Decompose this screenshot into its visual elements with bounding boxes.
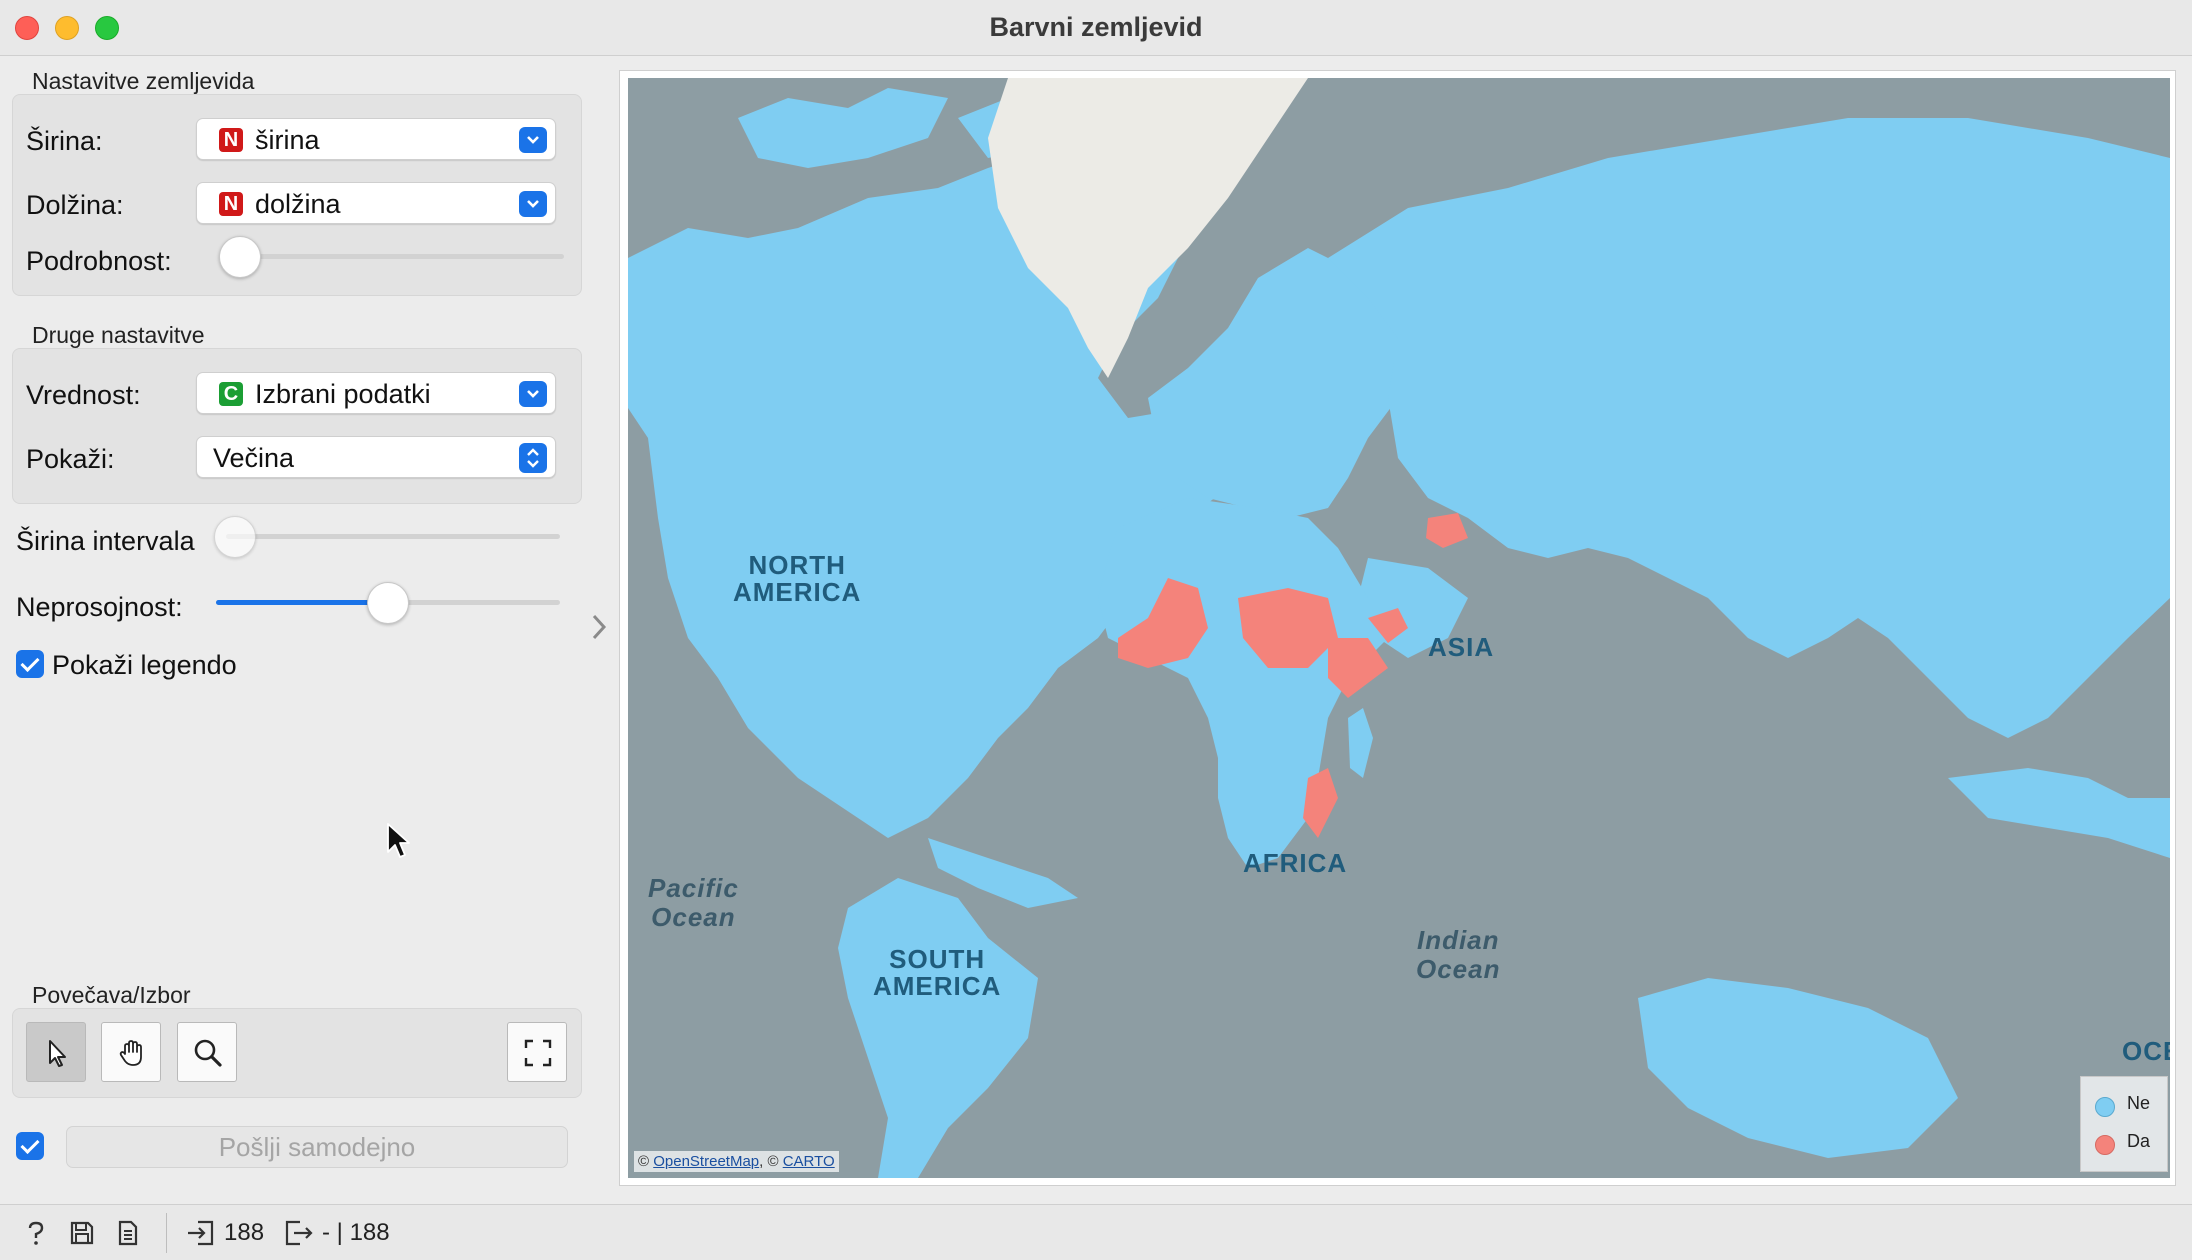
map-legend: Ne Da [2080,1076,2168,1172]
legend-marker-yes [2095,1135,2115,1155]
window-title: Barvni zemljevid [989,12,1203,42]
region-south-america [838,878,1038,1178]
other-settings-title: Druge nastavitve [32,322,205,348]
map-settings-title: Nastavitve zemljevida [32,68,255,94]
save-icon[interactable] [68,1219,96,1252]
chevron-down-icon [519,127,547,153]
latitude-value: širina [255,125,320,155]
longitude-label: Dolžina: [26,190,124,220]
latitude-label: Širina: [26,126,103,156]
send-automatically-button[interactable]: Pošlji samodejno [66,1126,568,1168]
region-arctic-islands [738,88,948,168]
report-icon[interactable] [114,1219,142,1252]
map-attribution: © OpenStreetMap, © CARTO [634,1151,839,1172]
detail-label: Podrobnost: [26,246,172,276]
input-icon [186,1219,216,1252]
legend-label-yes: Da [2127,1131,2151,1151]
help-icon[interactable] [22,1219,50,1252]
fit-fullscreen-icon[interactable] [507,1022,567,1082]
region-highlight-mozambique [1303,768,1338,838]
zoom-select-group [12,1008,582,1098]
pacific-ocean-label: Pacific Ocean [648,873,739,932]
region-madagascar [1348,708,1373,778]
output-count: - | 188 [322,1219,390,1246]
legend-marker-no [2095,1097,2115,1117]
auto-send-checkbox[interactable] [16,1132,44,1160]
opacity-slider-fill [216,600,388,605]
bin-width-slider-track[interactable] [226,534,560,539]
value-combo[interactable]: C Izbrani podatki [196,372,556,414]
pan-hand-icon[interactable] [101,1022,161,1082]
oceania-label: OCE [2122,1036,2170,1066]
chevron-down-icon [519,381,547,407]
opacity-label: Neprosojnost: [16,592,183,622]
detail-slider-track[interactable] [230,254,564,259]
categorical-variable-icon: C [219,382,243,406]
status-bar: 188 - | 188 [0,1204,2192,1260]
opacity-slider-handle[interactable] [367,582,409,624]
numeric-variable-icon: N [219,128,243,152]
zoom-magnifier-icon[interactable] [177,1022,237,1082]
show-legend-checkbox[interactable] [16,650,44,678]
bin-width-label: Širina intervala [16,526,195,556]
latitude-combo[interactable]: N širina [196,118,556,160]
longitude-value: dolžina [255,189,341,219]
attribution-prefix: © [638,1153,650,1170]
detail-slider-handle[interactable] [219,236,261,278]
region-indonesia [1948,768,2170,858]
value-label: Vrednost: [26,380,141,410]
numeric-variable-icon: N [219,192,243,216]
zoom-select-title: Povečava/Izbor [32,982,191,1008]
chevron-right-icon[interactable] [588,612,610,651]
up-down-chevron-icon [519,443,547,473]
indian-ocean-label: Indian Ocean [1416,925,1501,984]
show-value: Večina [213,443,295,473]
attribution-separator: , © [759,1153,779,1170]
legend-label-no: Ne [2127,1093,2151,1113]
status-divider [166,1213,167,1253]
north-america-label: NORTH AMERICA [733,550,862,608]
africa-label: AFRICA [1243,848,1348,878]
map-frame: NORTH AMERICA SOUTH AMERICA AFRICA ASIA … [619,70,2176,1186]
region-highlight-afghanistan [1426,513,1468,548]
input-count: 188 [224,1219,265,1246]
chevron-down-icon [519,191,547,217]
openstreetmap-link[interactable]: OpenStreetMap [653,1153,759,1170]
choropleth-map[interactable]: NORTH AMERICA SOUTH AMERICA AFRICA ASIA … [628,78,2170,1178]
output-icon [284,1219,314,1252]
south-america-label: SOUTH AMERICA [873,944,1002,1002]
control-panel: Nastavitve zemljevida Širina: N širina D… [0,56,610,1204]
show-combo[interactable]: Večina [196,436,556,478]
pointer-select-icon[interactable] [26,1022,86,1082]
region-australia [1638,978,1958,1158]
carto-link[interactable]: CARTO [783,1153,835,1170]
show-legend-label: Pokaži legendo [52,650,237,680]
asia-label: ASIA [1428,632,1495,662]
longitude-combo[interactable]: N dolžina [196,182,556,224]
show-label: Pokaži: [26,444,115,474]
title-bar: Barvni zemljevid [0,0,2192,56]
mouse-cursor-icon [386,822,412,867]
bin-width-slider-handle[interactable] [214,516,256,558]
map-land-layer [628,78,2170,1178]
value-value: Izbrani podatki [255,379,431,409]
